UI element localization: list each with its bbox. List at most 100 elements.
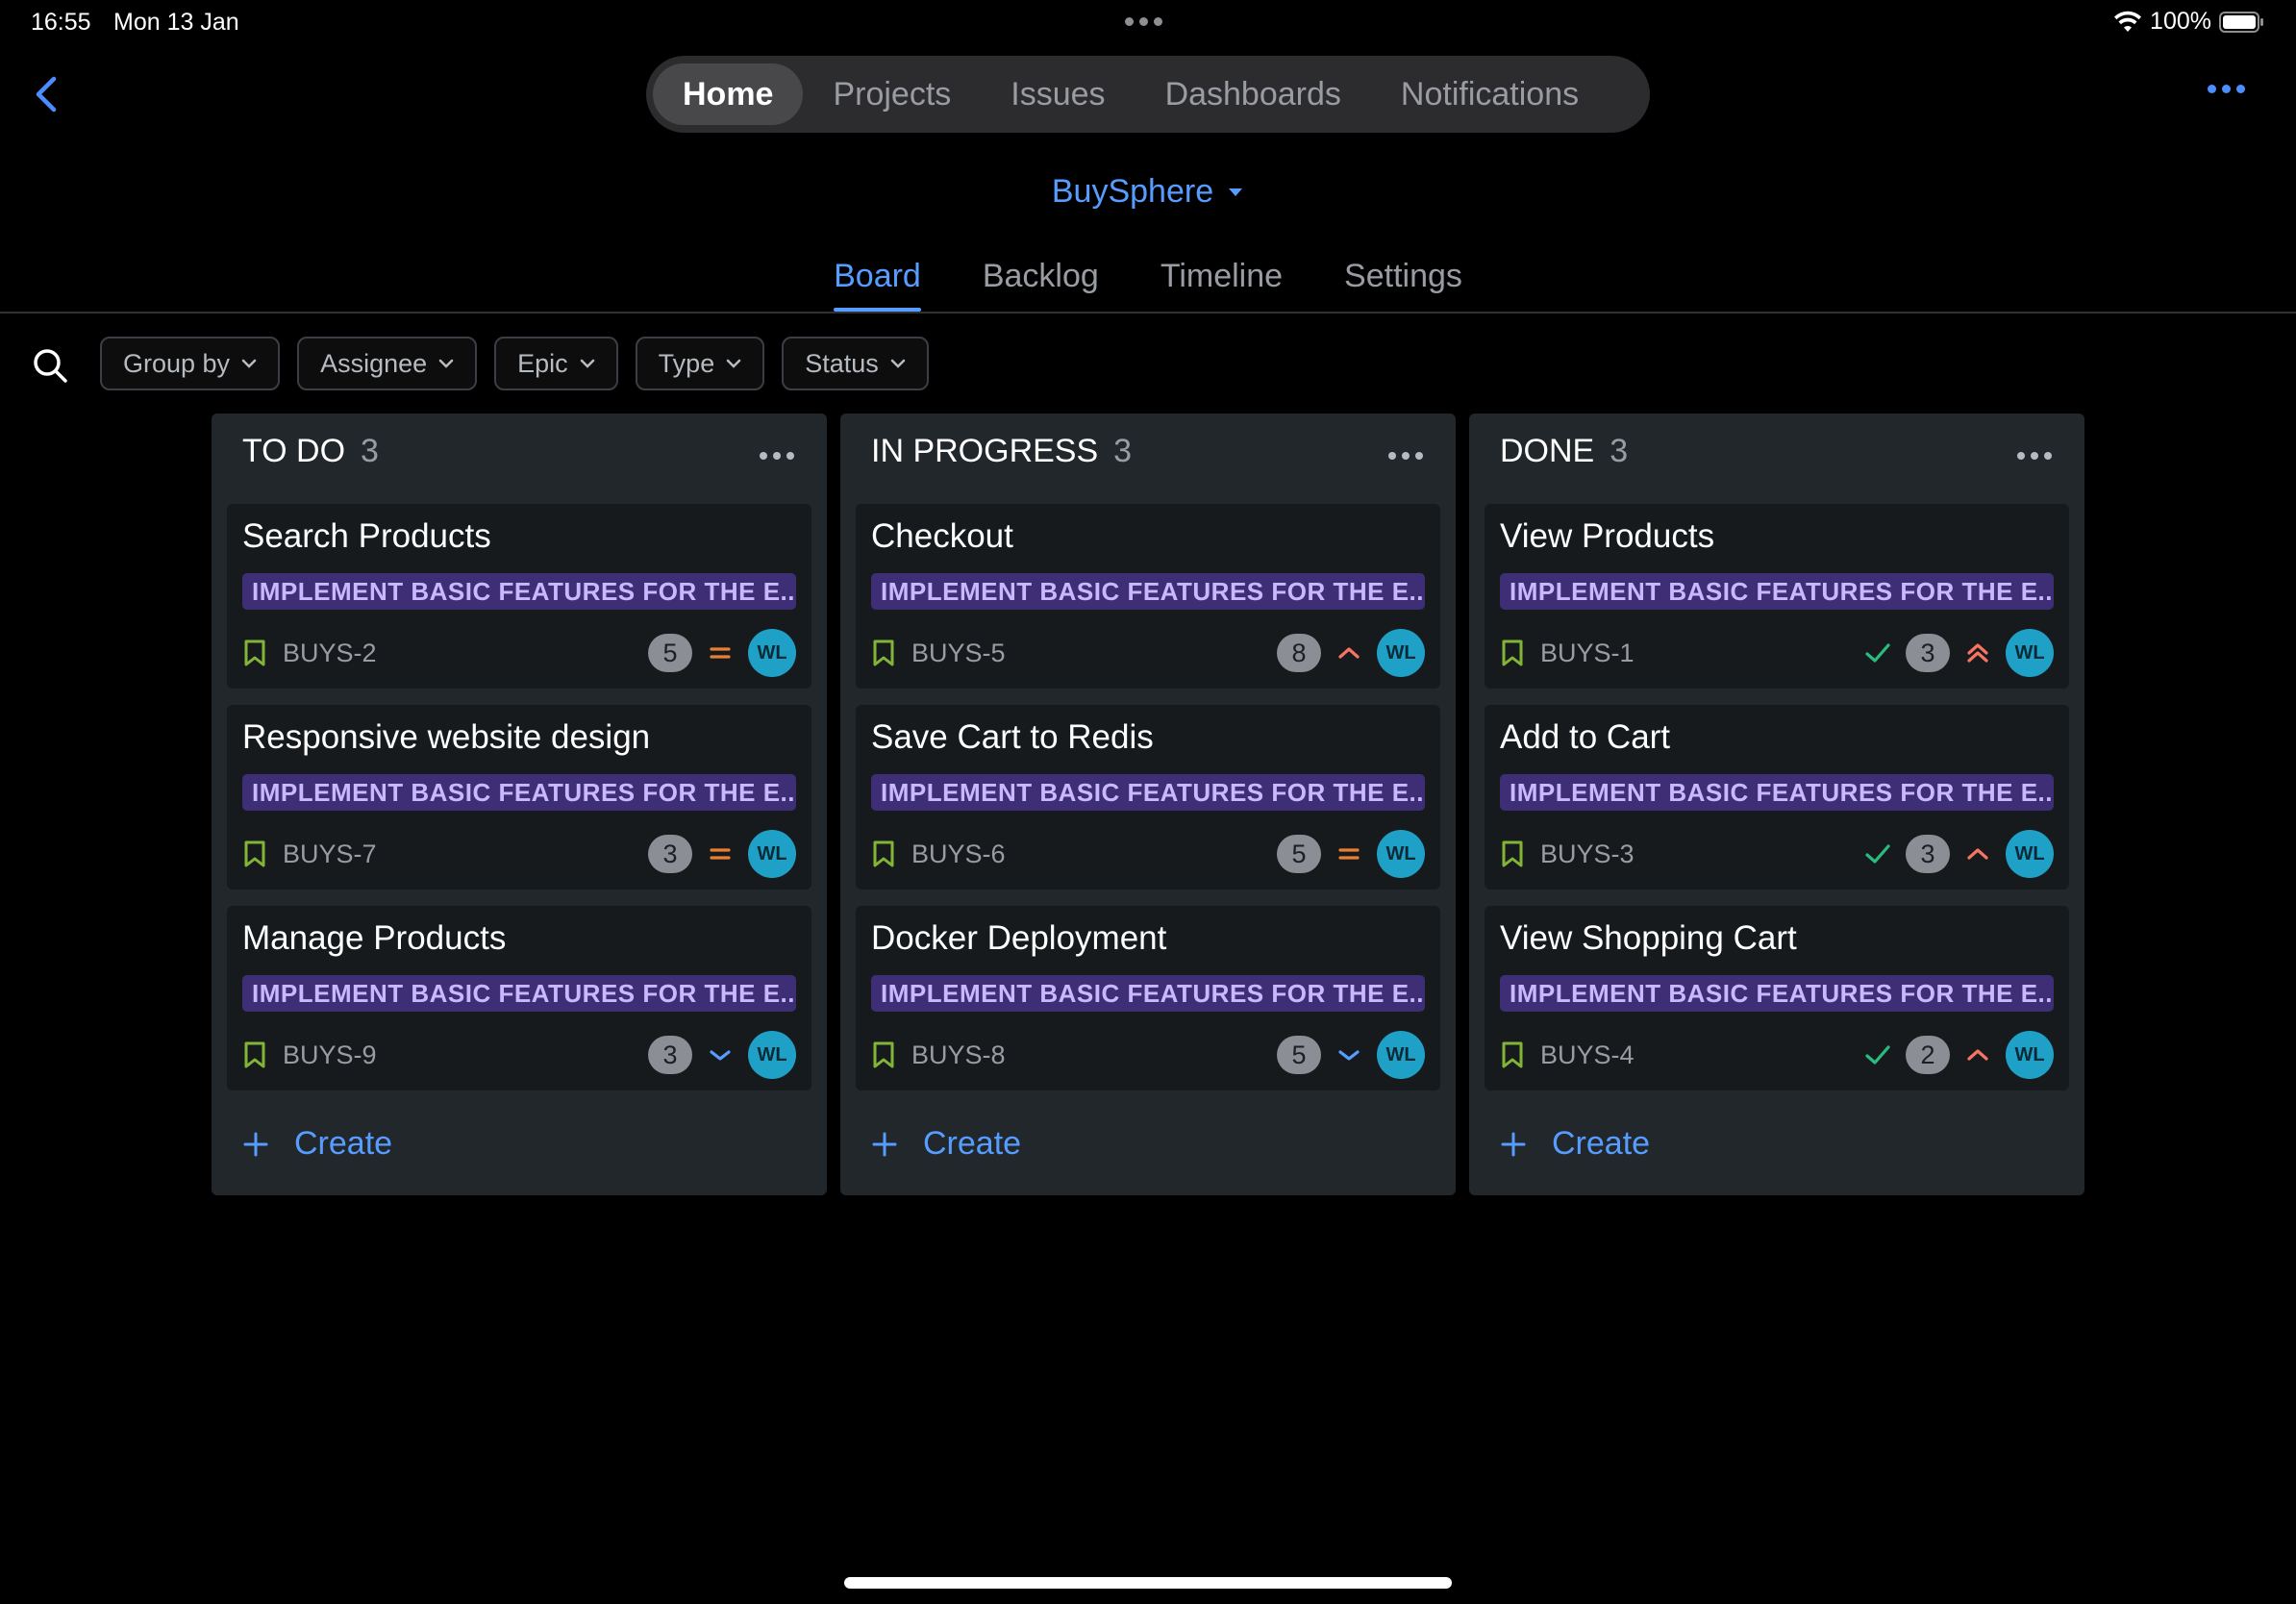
column-header: TO DO 3 xyxy=(242,433,379,470)
column-title: DONE xyxy=(1500,433,1595,469)
assignee-avatar[interactable]: WL xyxy=(2006,830,2054,878)
priority-low-icon xyxy=(710,1050,731,1061)
column-cards: View Products IMPLEMENT BASIC FEATURES F… xyxy=(1485,504,2069,1107)
story-points-badge: 5 xyxy=(1277,835,1321,873)
epic-badge: IMPLEMENT BASIC FEATURES FOR THE E... xyxy=(242,573,796,610)
column-title: IN PROGRESS xyxy=(871,433,1099,469)
battery-percent: 100% xyxy=(2150,8,2211,35)
issue-title: Search Products xyxy=(242,517,491,555)
create-issue-button[interactable]: Create xyxy=(871,1125,1021,1163)
issue-key[interactable]: BUYS-7 xyxy=(283,840,377,869)
story-points-badge: 3 xyxy=(648,835,692,873)
plus-icon xyxy=(1501,1132,1526,1156)
column-more-icon[interactable] xyxy=(760,452,794,460)
issue-title: Manage Products xyxy=(242,919,507,957)
column-count: 3 xyxy=(1113,433,1133,469)
create-issue-button[interactable]: Create xyxy=(1500,1125,1650,1163)
column-cards: Checkout IMPLEMENT BASIC FEATURES FOR TH… xyxy=(856,504,1440,1107)
multitasking-dots-icon[interactable] xyxy=(1125,17,1162,26)
story-points-badge: 3 xyxy=(648,1036,692,1074)
more-options-icon[interactable] xyxy=(2208,85,2245,93)
issue-meta: 2 WL xyxy=(1863,1031,2054,1079)
story-points-badge: 3 xyxy=(1906,634,1950,672)
issue-title: View Shopping Cart xyxy=(1500,919,1797,957)
priority-medium-icon xyxy=(710,647,731,659)
tab-issues[interactable]: Issues xyxy=(981,63,1135,125)
issue-meta: 3 WL xyxy=(1863,629,2054,677)
assignee-avatar[interactable]: WL xyxy=(748,830,796,878)
chevron-down-icon xyxy=(890,359,906,368)
epic-badge: IMPLEMENT BASIC FEATURES FOR THE E... xyxy=(242,774,796,811)
issue-card[interactable]: Add to Cart IMPLEMENT BASIC FEATURES FOR… xyxy=(1485,705,2069,890)
filter-label: Epic xyxy=(517,348,568,378)
issue-key[interactable]: BUYS-1 xyxy=(1540,639,1635,668)
story-points-badge: 3 xyxy=(1906,835,1950,873)
issue-key[interactable]: BUYS-2 xyxy=(283,639,377,668)
filter-status[interactable]: Status xyxy=(782,337,929,390)
epic-badge: IMPLEMENT BASIC FEATURES FOR THE E... xyxy=(871,975,1425,1012)
issue-title: View Products xyxy=(1500,517,1715,555)
caret-down-icon xyxy=(1229,188,1243,196)
project-sub-tabs: Board Backlog Timeline Settings xyxy=(0,258,2296,312)
tab-notifications[interactable]: Notifications xyxy=(1371,63,1609,125)
assignee-avatar[interactable]: WL xyxy=(748,629,796,677)
assignee-avatar[interactable]: WL xyxy=(2006,629,2054,677)
priority-high-icon xyxy=(1967,848,1988,860)
status-bar: 16:55 Mon 13 Jan 100% xyxy=(0,0,2296,48)
filter-group-by[interactable]: Group by xyxy=(100,337,281,390)
filter-epic[interactable]: Epic xyxy=(494,337,618,390)
assignee-avatar[interactable]: WL xyxy=(1377,629,1425,677)
create-label: Create xyxy=(294,1125,393,1162)
tab-board[interactable]: Board xyxy=(834,258,921,312)
issue-key[interactable]: BUYS-4 xyxy=(1540,1040,1635,1070)
battery-icon xyxy=(2219,11,2263,33)
assignee-avatar[interactable]: WL xyxy=(2006,1031,2054,1079)
issue-card[interactable]: Manage Products IMPLEMENT BASIC FEATURES… xyxy=(227,906,811,1090)
chevron-down-icon xyxy=(726,359,741,368)
issue-card[interactable]: Save Cart to Redis IMPLEMENT BASIC FEATU… xyxy=(856,705,1440,890)
issue-key[interactable]: BUYS-8 xyxy=(911,1040,1006,1070)
back-button[interactable] xyxy=(29,75,67,113)
tab-timeline[interactable]: Timeline xyxy=(1160,258,1283,312)
chevron-down-icon xyxy=(438,359,454,368)
status-date: Mon 13 Jan xyxy=(113,9,239,36)
issue-footer: BUYS-5 8 WL xyxy=(871,629,1425,677)
tab-home[interactable]: Home xyxy=(653,63,804,125)
issue-card[interactable]: Docker Deployment IMPLEMENT BASIC FEATUR… xyxy=(856,906,1440,1090)
filter-assignee[interactable]: Assignee xyxy=(297,337,478,390)
assignee-avatar[interactable]: WL xyxy=(748,1031,796,1079)
issue-key[interactable]: BUYS-6 xyxy=(911,840,1006,869)
tab-settings[interactable]: Settings xyxy=(1344,258,1462,312)
column-more-icon[interactable] xyxy=(2017,452,2052,460)
issue-key[interactable]: BUYS-9 xyxy=(283,1040,377,1070)
assignee-avatar[interactable]: WL xyxy=(1377,830,1425,878)
issue-meta: 3 WL xyxy=(648,1031,796,1079)
issue-footer: BUYS-2 5 WL xyxy=(242,629,796,677)
create-label: Create xyxy=(1552,1125,1651,1162)
column-in-progress: IN PROGRESS 3 Checkout IMPLEMENT BASIC FE… xyxy=(840,414,1456,1195)
column-more-icon[interactable] xyxy=(1388,452,1423,460)
issue-card[interactable]: Checkout IMPLEMENT BASIC FEATURES FOR TH… xyxy=(856,504,1440,689)
issue-key[interactable]: BUYS-3 xyxy=(1540,840,1635,869)
issue-meta: 5 WL xyxy=(1277,1031,1425,1079)
home-indicator[interactable] xyxy=(844,1577,1452,1589)
issue-key[interactable]: BUYS-5 xyxy=(911,639,1006,668)
story-points-badge: 2 xyxy=(1906,1036,1950,1074)
tab-dashboards[interactable]: Dashboards xyxy=(1136,63,1371,125)
chevron-left-icon xyxy=(36,76,57,113)
issue-card[interactable]: Search Products IMPLEMENT BASIC FEATURES… xyxy=(227,504,811,689)
filter-type[interactable]: Type xyxy=(635,337,765,390)
assignee-avatar[interactable]: WL xyxy=(1377,1031,1425,1079)
story-points-badge: 8 xyxy=(1277,634,1321,672)
search-button[interactable] xyxy=(31,346,69,385)
issue-card[interactable]: Responsive website design IMPLEMENT BASI… xyxy=(227,705,811,890)
issue-card[interactable]: View Products IMPLEMENT BASIC FEATURES F… xyxy=(1485,504,2069,689)
tab-backlog[interactable]: Backlog xyxy=(983,258,1099,312)
tab-projects[interactable]: Projects xyxy=(803,63,981,125)
project-switcher[interactable]: BuySphere xyxy=(0,173,2296,211)
issue-card[interactable]: View Shopping Cart IMPLEMENT BASIC FEATU… xyxy=(1485,906,2069,1090)
plus-icon xyxy=(243,1132,268,1156)
project-name[interactable]: BuySphere xyxy=(1052,173,1213,211)
story-icon xyxy=(873,639,894,666)
create-issue-button[interactable]: Create xyxy=(242,1125,392,1163)
